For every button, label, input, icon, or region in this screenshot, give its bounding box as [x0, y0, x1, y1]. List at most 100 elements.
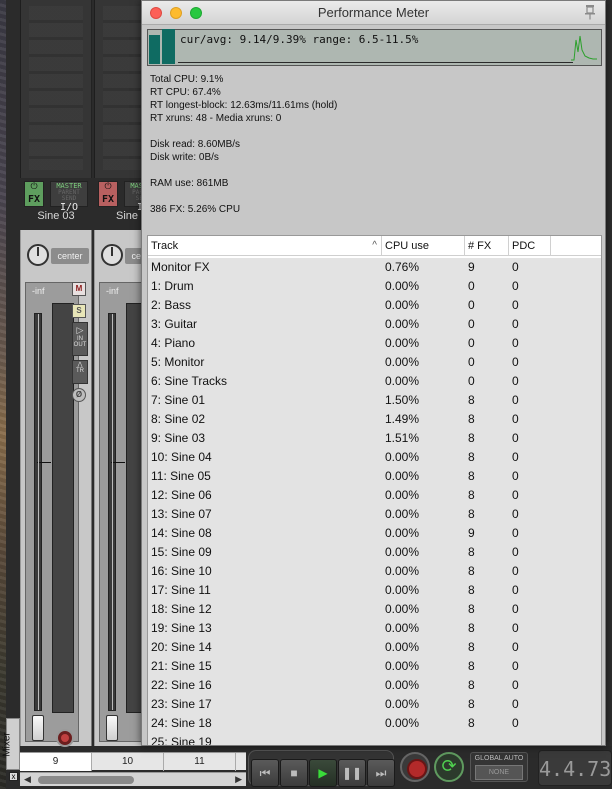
column-header-cpu[interactable]: CPU use	[382, 236, 465, 256]
table-row[interactable]: 12: Sine 06 0.00% 8 0	[148, 486, 601, 505]
cell-cpu: 0.00%	[385, 450, 420, 464]
cell-fx: 8	[468, 431, 475, 445]
scroll-right-icon[interactable]: ▶	[235, 774, 242, 785]
volume-fader-handle[interactable]	[106, 715, 118, 741]
volume-fader-track[interactable]	[108, 313, 125, 711]
cell-pdc: 0	[512, 336, 519, 350]
mixer-scrollbar[interactable]: ◀ ▶	[20, 772, 246, 786]
input-monitor-button[interactable]: ▷ IN OUT	[72, 322, 88, 356]
cell-pdc: 0	[512, 412, 519, 426]
volume-fader-handle[interactable]	[32, 715, 44, 741]
channel-number[interactable]: 10	[92, 753, 164, 771]
loop-icon[interactable]: ⟳	[434, 752, 464, 782]
table-row[interactable]: 7: Sine 01 1.50% 8 0	[148, 391, 601, 410]
mute-button[interactable]: M	[72, 282, 86, 296]
phase-invert-button[interactable]: Ø	[72, 388, 86, 402]
table-row[interactable]: 25: Sine 19	[148, 733, 601, 745]
sort-ascending-icon: ^	[372, 240, 377, 251]
transport-bar: ⏮ ■ ▶ ❚❚ ⏭ ⟳ GLOBAL AUTO NONE 4.4.73	[246, 746, 612, 789]
cell-pdc: 0	[512, 640, 519, 654]
io-button[interactable]: MASTER PARENT SEND I/O	[50, 181, 88, 213]
cell-track: 14: Sine 08	[151, 526, 212, 540]
cell-fx: 8	[468, 469, 475, 483]
automation-mode-button[interactable]: ⋀ TR	[72, 360, 88, 384]
cell-fx: 0	[468, 279, 475, 293]
power-icon: ⏻	[104, 182, 112, 192]
fader-db-readout: -inf	[106, 286, 119, 296]
table-row[interactable]: 20: Sine 14 0.00% 8 0	[148, 638, 601, 657]
table-row[interactable]: 24: Sine 18 0.00% 8 0	[148, 714, 601, 733]
table-row[interactable]: 19: Sine 13 0.00% 8 0	[148, 619, 601, 638]
pan-knob[interactable]	[101, 244, 123, 266]
table-row[interactable]: 17: Sine 11 0.00% 8 0	[148, 581, 601, 600]
play-icon[interactable]: ▶	[309, 759, 337, 787]
table-row[interactable]: 14: Sine 08 0.00% 9 0	[148, 524, 601, 543]
track-name[interactable]: Sine 03	[20, 210, 92, 222]
mixer-strip-insert-area[interactable]	[20, 0, 92, 178]
table-row[interactable]: 16: Sine 10 0.00% 8 0	[148, 562, 601, 581]
fx-button[interactable]: ⏻ FX	[98, 181, 118, 207]
pin-icon[interactable]	[583, 4, 597, 20]
mixer-dock-tab[interactable]: Mixer	[2, 718, 20, 770]
close-icon[interactable]: x	[9, 772, 18, 781]
cell-track: 23: Sine 17	[151, 697, 212, 711]
table-row[interactable]: Monitor FX 0.76% 9 0	[148, 258, 601, 277]
cell-track: 20: Sine 14	[151, 640, 212, 654]
cell-cpu: 0.00%	[385, 716, 420, 730]
table-row[interactable]: 1: Drum 0.00% 0 0	[148, 277, 601, 296]
table-row[interactable]: 10: Sine 04 0.00% 8 0	[148, 448, 601, 467]
cell-track: 3: Guitar	[151, 317, 198, 331]
solo-button[interactable]: S	[72, 304, 86, 318]
cell-track: 13: Sine 07	[151, 507, 212, 521]
stop-icon[interactable]: ■	[280, 759, 308, 787]
column-header-pdc[interactable]: PDC	[509, 236, 551, 256]
table-row[interactable]: 9: Sine 03 1.51% 8 0	[148, 429, 601, 448]
table-row[interactable]: 5: Monitor 0.00% 0 0	[148, 353, 601, 372]
cpu-graph: cur/avg: 9.14/9.39% range: 6.5-11.5%	[147, 29, 602, 66]
table-row[interactable]: 18: Sine 12 0.00% 8 0	[148, 600, 601, 619]
titlebar[interactable]: Performance Meter	[142, 1, 605, 25]
time-display[interactable]: 4.4.73	[538, 750, 612, 786]
disk-write: Disk write: 0B/s	[150, 152, 219, 163]
table-body: Monitor FX 0.76% 9 0 1: Drum 0.00% 0 0 2: Bass 0.…	[148, 258, 601, 745]
table-row[interactable]: 8: Sine 02 1.49% 8 0	[148, 410, 601, 429]
skip-forward-icon[interactable]: ⏭	[367, 759, 395, 787]
table-row[interactable]: 21: Sine 15 0.00% 8 0	[148, 657, 601, 676]
column-header-fx[interactable]: # FX	[465, 236, 509, 256]
column-header-track[interactable]: Track ^	[148, 236, 382, 256]
pan-knob[interactable]	[27, 244, 49, 266]
cell-pdc: 0	[512, 298, 519, 312]
table-row[interactable]: 6: Sine Tracks 0.00% 0 0	[148, 372, 601, 391]
cell-track: 2: Bass	[151, 298, 192, 312]
table-row[interactable]: 22: Sine 16 0.00% 8 0	[148, 676, 601, 695]
cell-fx: 8	[468, 602, 475, 616]
volume-fader-track[interactable]	[34, 313, 51, 711]
table-row[interactable]: 2: Bass 0.00% 0 0	[148, 296, 601, 315]
cell-track: 4: Piano	[151, 336, 196, 350]
cell-fx: 0	[468, 298, 475, 312]
table-row[interactable]: 3: Guitar 0.00% 0 0	[148, 315, 601, 334]
table-row[interactable]: 23: Sine 17 0.00% 8 0	[148, 695, 601, 714]
play-small-icon: ▷	[76, 325, 84, 335]
channel-number[interactable]: 9	[20, 753, 92, 771]
pause-icon[interactable]: ❚❚	[338, 759, 366, 787]
cell-fx: 8	[468, 583, 475, 597]
cell-track: 6: Sine Tracks	[151, 374, 228, 388]
rt-longest-block: RT longest-block: 12.63ms/11.61ms (hold)	[150, 100, 338, 111]
table-row[interactable]: 11: Sine 05 0.00% 8 0	[148, 467, 601, 486]
scroll-left-icon[interactable]: ◀	[24, 774, 31, 785]
table-row[interactable]: 15: Sine 09 0.00% 8 0	[148, 543, 601, 562]
record-arm-button[interactable]	[56, 729, 74, 747]
skip-back-icon[interactable]: ⏮	[251, 759, 279, 787]
cell-pdc: 0	[512, 431, 519, 445]
table-row[interactable]: 13: Sine 07 0.00% 8 0	[148, 505, 601, 524]
fx-button[interactable]: ⏻ FX	[24, 181, 44, 207]
record-icon[interactable]	[400, 752, 430, 782]
table-row[interactable]: 4: Piano 0.00% 0 0	[148, 334, 601, 353]
scrollbar-thumb[interactable]	[38, 776, 134, 784]
track-cpu-table[interactable]: Track ^ CPU use # FX PDC Monitor FX 0.76%…	[147, 235, 602, 745]
channel-number[interactable]: 11	[164, 753, 236, 771]
cell-cpu: 0.00%	[385, 697, 420, 711]
cell-track: 21: Sine 15	[151, 659, 212, 673]
global-automation-button[interactable]: GLOBAL AUTO NONE	[470, 752, 528, 782]
